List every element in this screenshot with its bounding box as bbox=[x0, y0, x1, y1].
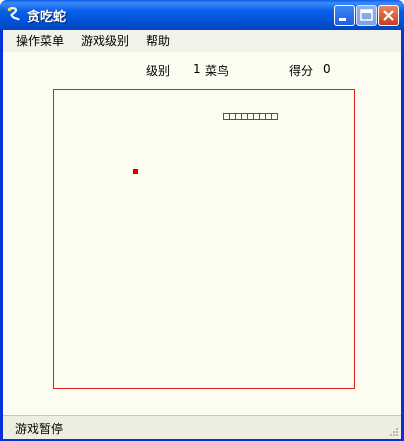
food-pellet bbox=[133, 169, 138, 174]
menu-operation[interactable]: 操作菜单 bbox=[16, 33, 64, 49]
menu-bar: 操作菜单 游戏级别 帮助 bbox=[3, 30, 401, 52]
close-icon bbox=[383, 10, 394, 21]
window-title: 贪吃蛇 bbox=[27, 10, 67, 25]
score-label: 得分 bbox=[289, 64, 314, 78]
game-board[interactable] bbox=[53, 89, 355, 389]
menu-game-level[interactable]: 游戏级别 bbox=[81, 33, 129, 49]
maximize-button[interactable] bbox=[356, 5, 377, 26]
minimize-icon bbox=[339, 18, 346, 21]
snake bbox=[223, 113, 278, 120]
status-bar: 游戏暂停 bbox=[3, 415, 401, 439]
level-label: 级别 bbox=[146, 64, 171, 78]
snake-app-icon bbox=[7, 7, 20, 21]
snake-segment bbox=[271, 113, 278, 120]
close-button[interactable] bbox=[378, 5, 399, 26]
game-window: 贪吃蛇 操作菜单 游戏级别 帮助 级别 1 菜鸟 得分 0 游戏暂停 bbox=[0, 0, 404, 441]
level-value: 1 bbox=[193, 62, 201, 76]
level-name: 菜鸟 bbox=[205, 64, 230, 78]
menu-help[interactable]: 帮助 bbox=[146, 33, 170, 49]
title-bar[interactable]: 贪吃蛇 bbox=[0, 0, 404, 30]
status-text: 游戏暂停 bbox=[15, 422, 64, 436]
minimize-button[interactable] bbox=[334, 5, 355, 26]
score-value: 0 bbox=[323, 62, 331, 76]
resize-grip-icon[interactable] bbox=[387, 425, 399, 437]
maximize-icon bbox=[360, 9, 373, 21]
